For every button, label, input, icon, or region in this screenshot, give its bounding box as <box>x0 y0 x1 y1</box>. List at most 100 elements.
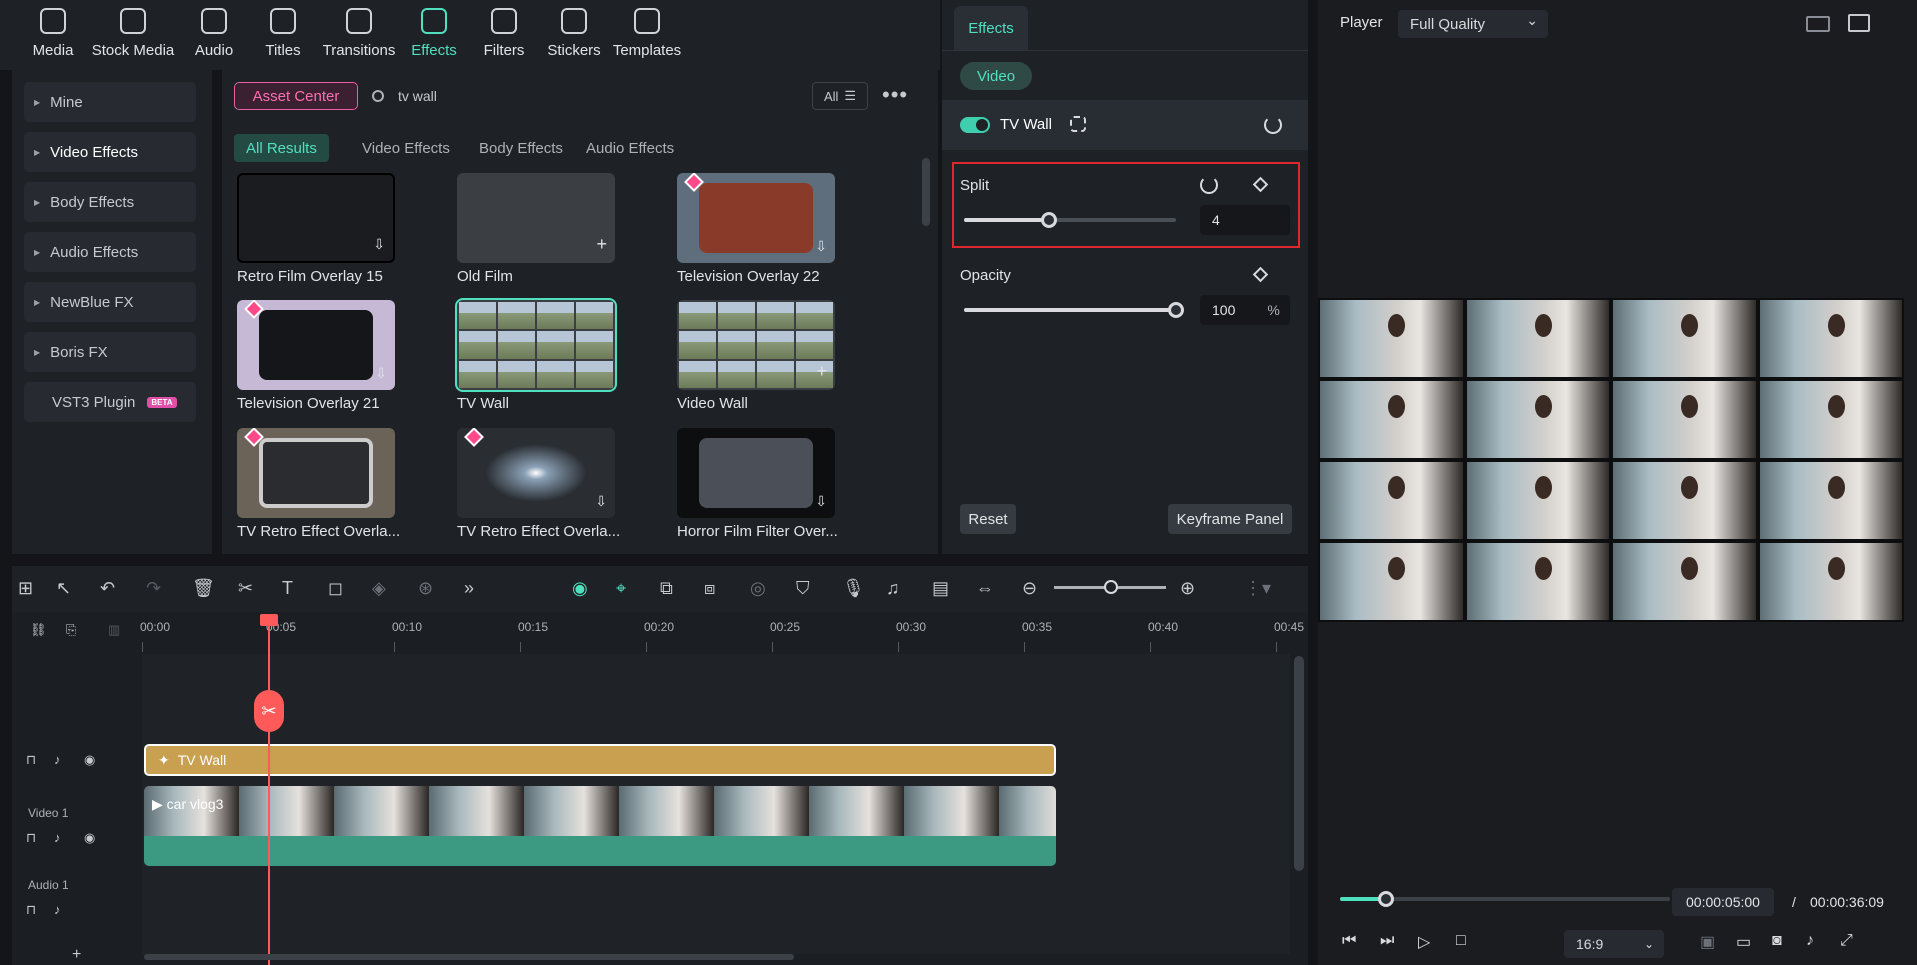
snap-icon[interactable]: ⌖ <box>616 578 626 599</box>
toolbar-media[interactable]: Media <box>13 8 93 59</box>
fullscreen-icon[interactable]: ⤢ <box>1840 932 1853 950</box>
filter-body-effects[interactable]: Body Effects <box>467 134 575 162</box>
split-scissor-icon[interactable]: ✂ <box>254 690 284 732</box>
marker-icon[interactable]: ⛉ <box>796 578 810 599</box>
tab-effects[interactable]: Effects <box>954 6 1028 50</box>
filter-video-effects[interactable]: Video Effects <box>350 134 462 162</box>
sidebar-item-boris-fx[interactable]: ▶ Boris FX <box>24 332 196 372</box>
more-tools-icon[interactable]: » <box>464 578 474 599</box>
camera-icon[interactable]: ◙ <box>1772 932 1782 950</box>
select-tool-icon[interactable]: ↖ <box>56 578 71 599</box>
crop-icon[interactable]: ◻ <box>328 578 343 599</box>
opacity-keyframe-icon[interactable] <box>1252 266 1269 283</box>
toolbar-audio[interactable]: Audio <box>174 8 254 59</box>
preview-render-icon[interactable]: ▤ <box>932 578 949 599</box>
effect-clip[interactable]: ✦ TV Wall <box>144 744 1056 776</box>
timeline-horizontal-scrollbar[interactable] <box>144 954 794 960</box>
split-slider-knob[interactable] <box>1040 212 1057 228</box>
zoom-out-icon[interactable]: ⊖ <box>1022 578 1037 599</box>
filter-audio-effects[interactable]: Audio Effects <box>574 134 686 162</box>
opacity-slider[interactable] <box>964 302 1184 318</box>
toolbar-stock-media[interactable]: Stock Media <box>92 8 174 59</box>
undo-icon[interactable]: ↶ <box>100 578 115 599</box>
effect-card[interactable]: ⇩ Television Overlay 21 <box>237 300 427 412</box>
delete-icon[interactable]: 🗑 <box>192 578 215 599</box>
playhead-handle[interactable] <box>260 614 278 626</box>
snapshot-image-icon[interactable] <box>1848 14 1870 32</box>
toolbar-titles[interactable]: Titles <box>243 8 323 59</box>
stabilize-icon[interactable]: ◎ <box>750 578 766 599</box>
sidebar-item-video-effects[interactable]: ▶ Video Effects <box>24 132 196 172</box>
sidebar-item-newblue-fx[interactable]: ▶ NewBlue FX <box>24 282 196 322</box>
render-preview-icon[interactable]: ▣ <box>1700 932 1715 952</box>
toolbar-filters[interactable]: Filters <box>464 8 544 59</box>
group-icon[interactable]: ▥ <box>108 622 120 638</box>
filter-all-results[interactable]: All Results <box>234 134 329 162</box>
volume-icon[interactable]: ♪ <box>54 830 61 845</box>
aspect-ratio-dropdown[interactable]: 16:9 ⌄ <box>1564 930 1664 958</box>
stop-icon[interactable]: □ <box>1456 932 1466 950</box>
effect-card[interactable]: TV Retro Effect Overla... <box>237 428 427 540</box>
zoom-in-icon[interactable]: ⊕ <box>1180 578 1195 599</box>
effect-card[interactable]: ⇩ TV Retro Effect Overla... <box>457 428 647 540</box>
quality-dropdown[interactable]: Full Quality <box>1398 10 1548 38</box>
ai-edit-icon[interactable]: ⧈ <box>704 578 715 599</box>
playback-progress-bar[interactable] <box>1340 891 1670 907</box>
keyframe-panel-button[interactable]: Keyframe Panel <box>1168 504 1292 534</box>
toolbar-effects[interactable]: Effects <box>394 8 474 59</box>
mask-icon[interactable] <box>1070 116 1086 132</box>
more-options-icon[interactable]: ⋮▾ <box>1244 578 1271 599</box>
redo-icon[interactable]: ↷ <box>146 578 161 599</box>
microphone-icon[interactable]: 🎙 <box>842 578 865 599</box>
auto-highlight-icon[interactable]: ⧉ <box>660 578 673 599</box>
asset-center-button[interactable]: Asset Center <box>234 82 358 110</box>
toolbar-transitions[interactable]: Transitions <box>319 8 399 59</box>
eye-icon[interactable]: ◉ <box>84 830 95 846</box>
volume-icon[interactable]: ♪ <box>54 752 61 767</box>
volume-icon[interactable]: ♪ <box>54 902 61 917</box>
ai-assistant-icon[interactable]: ◉ <box>572 578 588 599</box>
timeline-vertical-scrollbar[interactable] <box>1294 656 1304 871</box>
cut-icon[interactable]: ✂ <box>238 578 253 599</box>
zoom-slider[interactable] <box>1054 580 1166 594</box>
layout-icon[interactable] <box>1806 16 1830 32</box>
effect-card[interactable]: ⇩ Horror Film Filter Over... <box>677 428 867 540</box>
playhead[interactable] <box>268 614 270 965</box>
next-frame-icon[interactable]: ⏭ <box>1380 932 1394 950</box>
split-value-input[interactable]: 4 <box>1200 205 1290 235</box>
eye-icon[interactable]: ◉ <box>84 752 95 768</box>
fit-icon[interactable]: ⇔ <box>976 578 994 599</box>
more-options-icon[interactable]: ••• <box>882 82 908 108</box>
effect-card-selected[interactable]: TV Wall <box>455 298 647 412</box>
search-input[interactable]: tv wall <box>372 82 672 110</box>
sidebar-item-audio-effects[interactable]: ▶ Audio Effects <box>24 232 196 272</box>
reset-button[interactable]: Reset <box>960 504 1016 534</box>
sidebar-item-mine[interactable]: ▶ Mine <box>24 82 196 122</box>
effect-enable-toggle[interactable] <box>960 117 990 133</box>
effect-card[interactable]: + Video Wall <box>677 300 867 412</box>
mask-tool-icon[interactable]: ◈ <box>372 578 386 599</box>
lock-icon[interactable]: ⊓ <box>26 752 36 768</box>
audio-mix-icon[interactable]: ♫ <box>886 578 900 599</box>
subtab-video[interactable]: Video <box>960 62 1032 90</box>
text-icon[interactable]: T <box>282 578 293 599</box>
split-slider[interactable] <box>964 212 1176 228</box>
effect-card[interactable]: ⇩ Retro Film Overlay 15 <box>237 173 427 285</box>
all-filter-dropdown[interactable]: All ☰ <box>812 82 868 110</box>
layout-grid-icon[interactable]: ⊞ <box>18 578 33 599</box>
effect-card[interactable]: + Old Film <box>457 173 647 285</box>
playback-progress-knob[interactable] <box>1378 891 1395 907</box>
lock-icon[interactable]: ⊓ <box>26 830 36 846</box>
volume-icon[interactable]: ♪ <box>1806 932 1814 950</box>
library-scrollbar[interactable] <box>922 158 930 226</box>
effect-reset-icon[interactable] <box>1264 116 1282 134</box>
split-reset-icon[interactable] <box>1200 176 1218 194</box>
sidebar-item-body-effects[interactable]: ▶ Body Effects <box>24 182 196 222</box>
unlink-icon[interactable]: ⛓ <box>30 622 47 638</box>
color-icon[interactable]: ⊛ <box>418 578 433 599</box>
add-track-button[interactable]: + <box>72 946 81 964</box>
previous-frame-icon[interactable]: ⏮ <box>1342 932 1356 950</box>
toolbar-stickers[interactable]: Stickers <box>534 8 614 59</box>
toolbar-templates[interactable]: Templates <box>607 8 687 59</box>
display-icon[interactable]: ▭ <box>1736 932 1751 952</box>
